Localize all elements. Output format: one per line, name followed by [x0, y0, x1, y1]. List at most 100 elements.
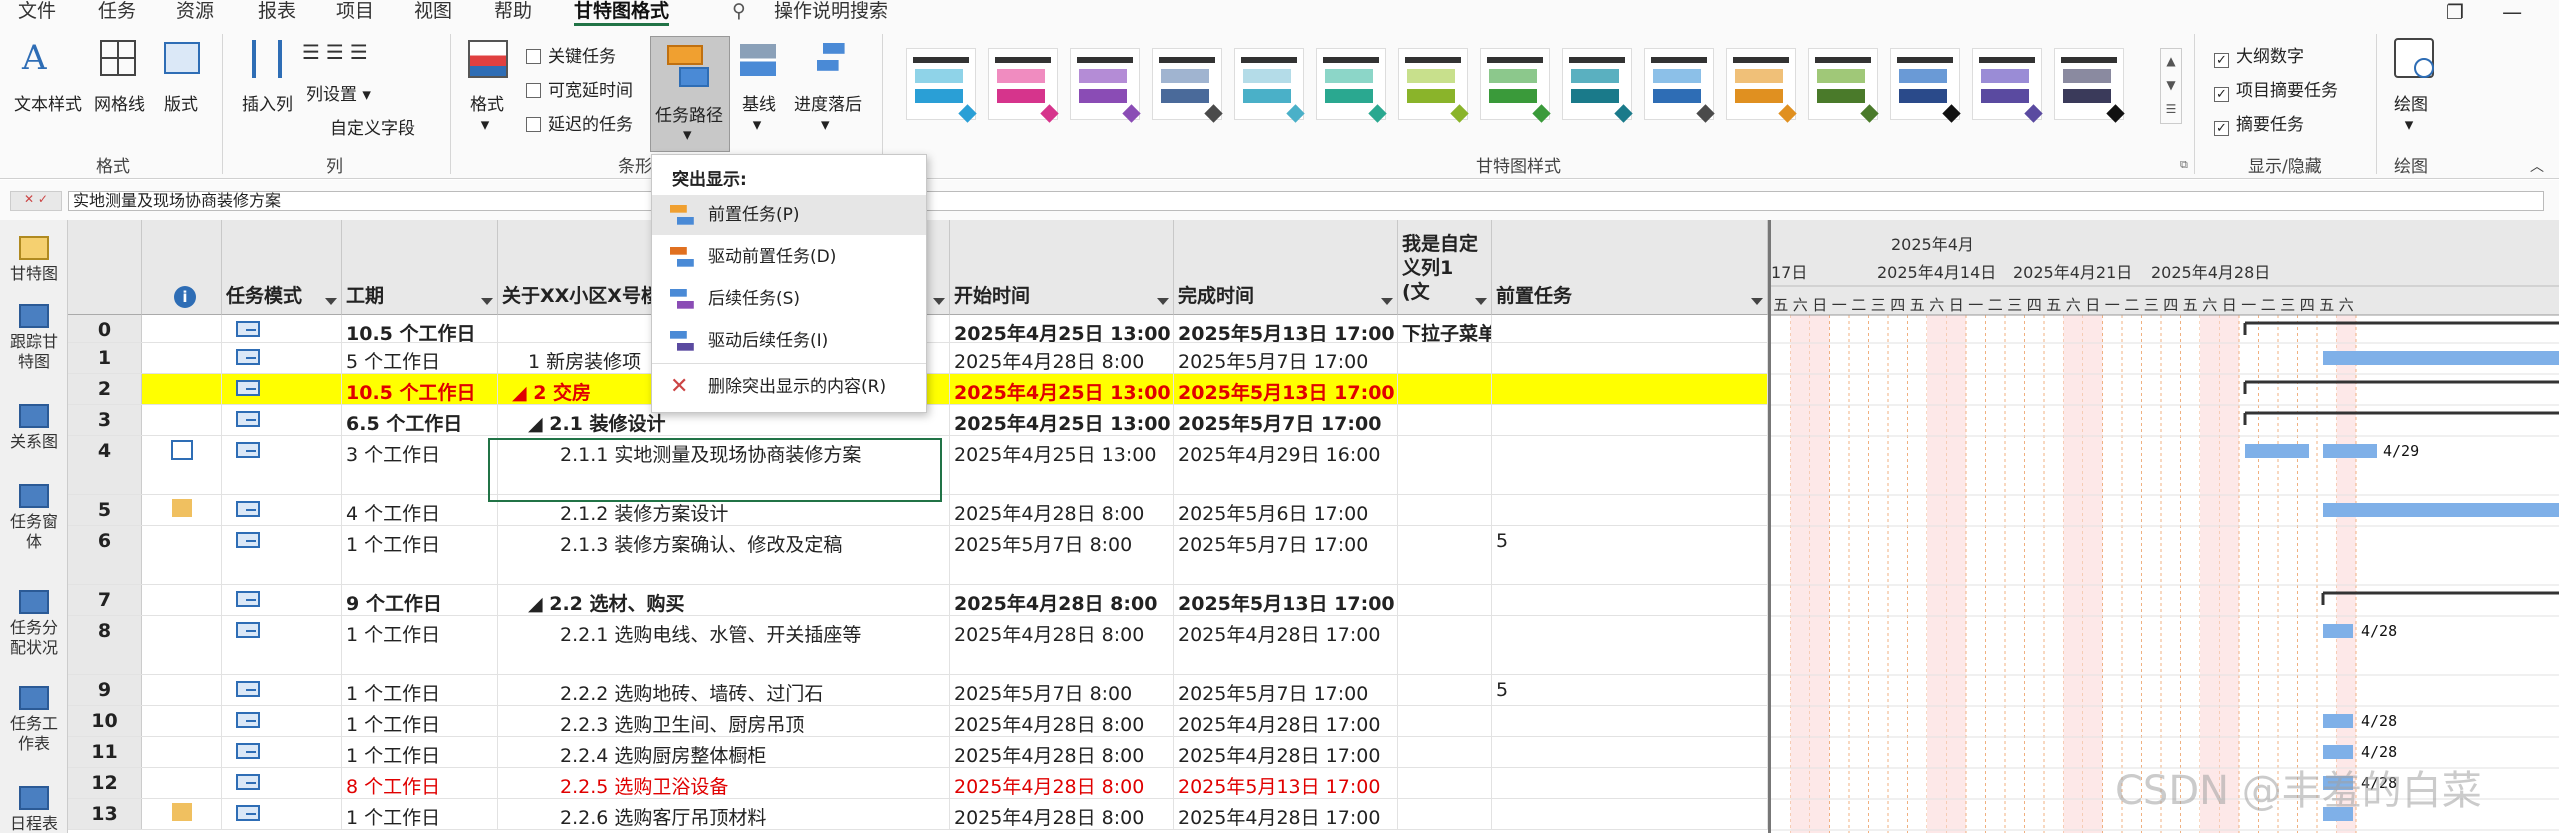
row-predecessors[interactable] [1492, 706, 1768, 736]
row-start[interactable]: 2025年4月28日 8:00 [950, 737, 1174, 767]
row-id[interactable]: 7 [68, 585, 142, 615]
baseline-button[interactable]: 基线 ▾ [742, 90, 776, 135]
row-custom[interactable] [1398, 675, 1492, 705]
row-finish[interactable]: 2025年5月13日 17:00 [1174, 585, 1398, 615]
row-finish[interactable]: 2025年5月13日 17:00 [1174, 315, 1398, 342]
table-row[interactable]: 13 1 个工作日 2.2.6 选购客厅吊顶材料 2025年4月28日 8:00 202… [68, 799, 1768, 830]
cancel-entry-icon[interactable]: ✕ ✓ [10, 191, 62, 211]
table-row[interactable]: 9 1 个工作日 2.2.2 选购地砖、墙砖、过门石 2025年5月7日 8:00 20… [68, 675, 1768, 706]
menu-file[interactable]: 文件 [18, 0, 56, 26]
formula-input[interactable]: 实地测量及现场协商装修方案 [68, 191, 2544, 211]
gantt-style-option[interactable] [906, 48, 977, 123]
row-predecessors[interactable] [1492, 374, 1768, 404]
row-custom[interactable] [1398, 768, 1492, 798]
table-row[interactable]: 10 1 个工作日 2.2.3 选购卫生间、厨房吊顶 2025年4月28日 8:00 2… [68, 706, 1768, 737]
header-indicators[interactable]: i [142, 220, 222, 315]
minimize-icon[interactable]: — [2502, 0, 2522, 24]
critical-tasks-checkbox[interactable]: 关键任务 [526, 42, 616, 67]
row-mode[interactable] [222, 737, 342, 767]
gantt-style-option[interactable] [1480, 48, 1551, 123]
gantt-style-option[interactable] [1726, 48, 1797, 123]
row-custom[interactable] [1398, 526, 1492, 584]
menu-project[interactable]: 项目 [336, 0, 374, 26]
header-task-mode[interactable]: 任务模式 [222, 220, 342, 315]
row-predecessors[interactable] [1492, 495, 1768, 525]
row-custom[interactable] [1398, 495, 1492, 525]
search-box[interactable]: 操作说明搜索 [774, 0, 888, 26]
header-duration[interactable]: 工期 [342, 220, 498, 315]
row-id[interactable]: 5 [68, 495, 142, 525]
gantt-style-option[interactable] [988, 48, 1059, 123]
row-start[interactable]: 2025年4月25日 13:00 [950, 436, 1174, 494]
gantt-style-option[interactable] [1890, 48, 1961, 123]
insert-column-button[interactable]: 插入列 [242, 90, 293, 115]
row-finish[interactable]: 2025年4月28日 17:00 [1174, 706, 1398, 736]
row-custom[interactable] [1398, 374, 1492, 404]
row-predecessors[interactable] [1492, 799, 1768, 829]
row-predecessors[interactable] [1492, 436, 1768, 494]
row-id[interactable]: 10 [68, 706, 142, 736]
dialog-launcher-icon[interactable]: ⧉ [2180, 158, 2188, 172]
row-start[interactable]: 2025年4月28日 8:00 [950, 706, 1174, 736]
row-mode[interactable] [222, 315, 342, 342]
outline-number-checkbox[interactable]: ✓ 大纲数字 [2214, 42, 2304, 68]
row-start[interactable]: 2025年5月7日 8:00 [950, 675, 1174, 705]
menu-item-driving-predecessors[interactable]: 驱动前置任务(D) [652, 237, 926, 277]
gantt-style-option[interactable] [2054, 48, 2125, 123]
row-duration[interactable]: 10.5 个工作日 [342, 374, 498, 404]
row-start[interactable]: 2025年4月25日 13:00 [950, 405, 1174, 435]
header-custom[interactable]: 我是自定义列1 (文 [1398, 220, 1492, 315]
gantt-style-option[interactable] [1808, 48, 1879, 123]
row-id[interactable]: 13 [68, 799, 142, 829]
row-mode[interactable] [222, 374, 342, 404]
row-duration[interactable]: 1 个工作日 [342, 675, 498, 705]
menu-report[interactable]: 报表 [258, 0, 296, 26]
row-duration[interactable]: 6.5 个工作日 [342, 405, 498, 435]
row-mode[interactable] [222, 706, 342, 736]
row-finish[interactable]: 2025年5月7日 17:00 [1174, 526, 1398, 584]
row-duration[interactable]: 1 个工作日 [342, 526, 498, 584]
menu-item-successors[interactable]: 后续任务(S) [652, 279, 926, 319]
gantt-style-option[interactable] [1562, 48, 1633, 123]
row-finish[interactable]: 2025年4月28日 17:00 [1174, 737, 1398, 767]
filter-dropdown-icon[interactable] [1381, 298, 1393, 305]
filter-dropdown-icon[interactable] [933, 298, 945, 305]
row-custom[interactable] [1398, 585, 1492, 615]
row-id[interactable]: 11 [68, 737, 142, 767]
row-start[interactable]: 2025年4月28日 8:00 [950, 585, 1174, 615]
row-duration[interactable]: 1 个工作日 [342, 737, 498, 767]
gantt-style-option[interactable] [1152, 48, 1223, 123]
restore-icon[interactable]: ❐ [2446, 0, 2464, 24]
row-id[interactable]: 12 [68, 768, 142, 798]
header-predecessors[interactable]: 前置任务 [1492, 220, 1768, 315]
header-start[interactable]: 开始时间 [950, 220, 1174, 315]
row-predecessors[interactable]: 5 [1492, 675, 1768, 705]
row-id[interactable]: 1 [68, 343, 142, 373]
row-finish[interactable]: 2025年5月13日 17:00 [1174, 374, 1398, 404]
row-mode[interactable] [222, 675, 342, 705]
column-settings-button[interactable]: 列设置 ▾ [306, 80, 371, 105]
row-mode[interactable] [222, 343, 342, 373]
gantt-style-option[interactable] [1644, 48, 1715, 123]
row-start[interactable]: 2025年4月28日 8:00 [950, 768, 1174, 798]
row-start[interactable]: 2025年4月25日 13:00 [950, 374, 1174, 404]
format-button[interactable]: 格式 ▾ [470, 90, 504, 135]
row-start[interactable]: 2025年4月28日 8:00 [950, 343, 1174, 373]
table-row[interactable]: 7 9 个工作日 ◢ 2.2 选材、购买 2025年4月28日 8:00 2025年5月… [68, 585, 1768, 616]
row-custom[interactable] [1398, 737, 1492, 767]
row-predecessors[interactable] [1492, 343, 1768, 373]
row-mode[interactable] [222, 799, 342, 829]
row-mode[interactable] [222, 616, 342, 674]
row-finish[interactable]: 2025年5月7日 17:00 [1174, 405, 1398, 435]
view-task-form[interactable]: 任务窗体 [0, 484, 68, 552]
row-predecessors[interactable] [1492, 315, 1768, 342]
row-duration[interactable]: 10.5 个工作日 [342, 315, 498, 342]
gantt-style-option[interactable] [1398, 48, 1469, 123]
row-id[interactable]: 9 [68, 675, 142, 705]
row-start[interactable]: 2025年4月25日 13:00 [950, 315, 1174, 342]
row-predecessors[interactable] [1492, 585, 1768, 615]
row-name[interactable]: 2.2.5 选购卫浴设备 [498, 768, 950, 798]
row-custom[interactable] [1398, 799, 1492, 829]
menu-help[interactable]: 帮助 [494, 0, 532, 26]
row-predecessors[interactable] [1492, 768, 1768, 798]
